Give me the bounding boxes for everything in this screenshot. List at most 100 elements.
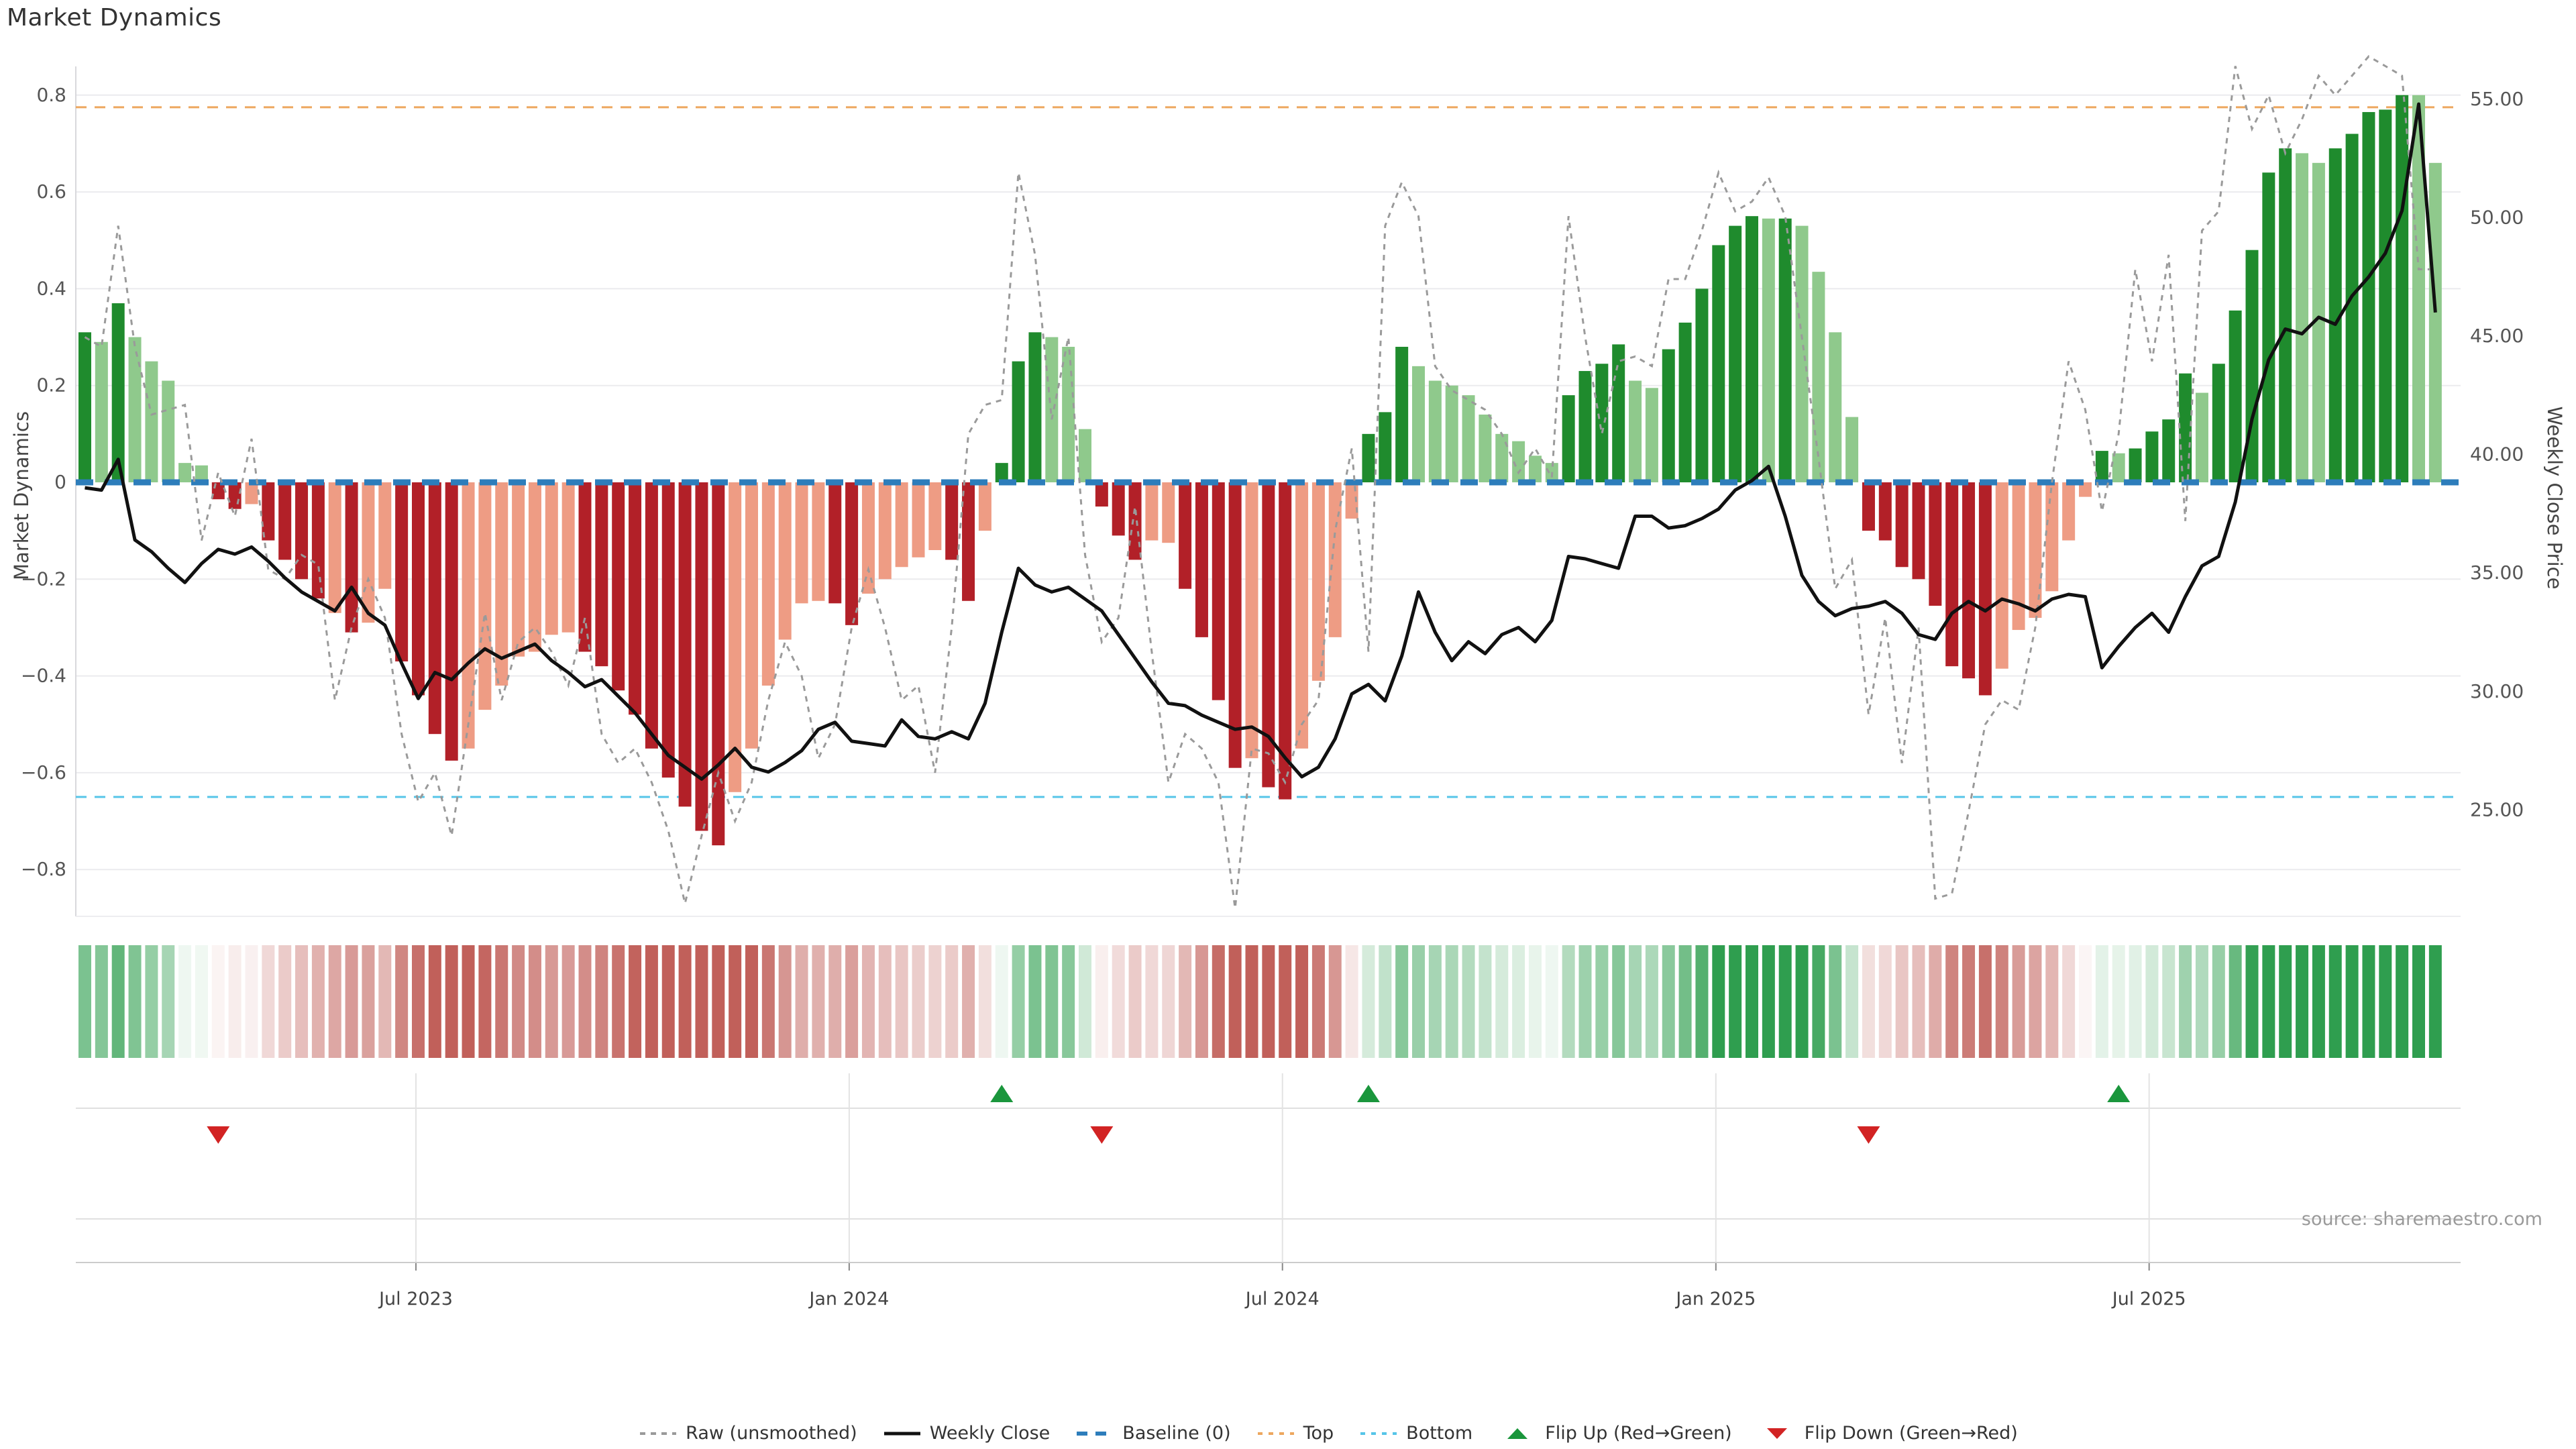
heatmap-cell: [945, 945, 959, 1058]
dynamics-bar: [1862, 482, 1875, 531]
heatmap-cell: [578, 945, 592, 1058]
heatmap-cell: [1062, 945, 1075, 1058]
heatmap-cell: [211, 945, 225, 1058]
dynamics-bar: [311, 482, 325, 599]
heatmap-cell: [1395, 945, 1409, 1058]
dynamics-bar: [2262, 172, 2275, 482]
heatmap-cell: [695, 945, 708, 1058]
heatmap-cell: [462, 945, 475, 1058]
dynamics-bar: [1145, 482, 1159, 541]
dynamics-bar: [1929, 482, 1942, 606]
legend-label: Raw (unsmoothed): [686, 1423, 857, 1444]
dynamics-bar: [1212, 482, 1225, 700]
heatmap-cell: [1845, 945, 1859, 1058]
heatmap-cell: [378, 945, 392, 1058]
dynamics-bar: [362, 482, 375, 623]
dynamics-bar: [412, 482, 425, 696]
dynamics-bar: [445, 482, 458, 761]
dynamics-bar: [845, 482, 859, 625]
heatmap-cell: [1929, 945, 1942, 1058]
y-tick-label-left: 0: [54, 471, 66, 493]
heatmap-cell: [2345, 945, 2359, 1058]
heatmap-cell: [729, 945, 742, 1058]
heatmap-cell: [111, 945, 125, 1058]
heatmap-cell: [895, 945, 908, 1058]
heatmap-cell: [2129, 945, 2142, 1058]
heatmap-cell: [1145, 945, 1159, 1058]
dynamics-bar: [162, 380, 175, 482]
heatmap-cell: [629, 945, 642, 1058]
dynamics-bar: [1079, 429, 1091, 482]
legend-item-solid-black[interactable]: Weekly Close: [883, 1423, 1050, 1444]
dynamics-bar: [2012, 482, 2025, 631]
dynamics-bar: [1645, 388, 1658, 482]
y-tick-label-right: 30.00: [2470, 680, 2524, 702]
dynamics-bar: [712, 482, 725, 846]
heatmap-cell: [1228, 945, 1242, 1058]
heatmap-cell: [962, 945, 975, 1058]
heatmap-cell: [2012, 945, 2025, 1058]
heatmap-cell: [2145, 945, 2159, 1058]
heatmap-cell: [978, 945, 991, 1058]
heatmap-cell: [2245, 945, 2259, 1058]
dynamics-bar: [1845, 417, 1859, 482]
dynamics-bar: [2362, 112, 2375, 483]
dynamics-bar: [1578, 371, 1592, 482]
heatmap-cell: [2428, 945, 2442, 1058]
dynamics-bar: [1412, 366, 1425, 482]
dynamics-bar: [1428, 380, 1442, 482]
heatmap-cell: [1695, 945, 1709, 1058]
dynamics-bar: [1962, 482, 1976, 679]
heatmap-cell: [1746, 945, 1758, 1058]
flip-down-marker: [207, 1126, 230, 1144]
heatmap-cell: [1595, 945, 1609, 1058]
dynamics-bar: [1095, 482, 1108, 507]
legend-item-dash-gray[interactable]: Raw (unsmoothed): [639, 1423, 857, 1444]
heatmap-cell: [295, 945, 309, 1058]
heatmap-cell: [495, 945, 508, 1058]
dynamics-bar: [962, 482, 975, 601]
dynamics-bar: [95, 341, 108, 482]
dynamics-bar: [612, 482, 625, 691]
heatmap-cell: [1479, 945, 1492, 1058]
legend-label: Flip Up (Red→Green): [1545, 1423, 1732, 1444]
heatmap-cell: [812, 945, 825, 1058]
heatmap-cell: [778, 945, 792, 1058]
heatmap-cell: [1678, 945, 1692, 1058]
y-tick-label-right: 50.00: [2470, 207, 2524, 229]
dash-blue-icon: [1077, 1431, 1114, 1436]
heatmap-cell: [612, 945, 625, 1058]
dynamics-bar: [795, 482, 808, 604]
dynamics-bar: [295, 482, 309, 580]
y-tick-label-left: 0.6: [36, 180, 66, 203]
legend-label: Top: [1303, 1423, 1334, 1444]
heatmap-cell: [95, 945, 108, 1058]
legend-item-tri-down-red[interactable]: Flip Down (Green→Red): [1758, 1423, 2018, 1444]
chart-canvas: Jul 2023 Jan 2024 Jul 2024 Jan 2025 Jul 2025…: [21, 55, 2524, 1309]
heatmap-cell: [228, 945, 241, 1058]
heatmap-cell: [1128, 945, 1142, 1058]
heatmap-cell: [1995, 945, 2008, 1058]
dynamics-bar: [761, 482, 775, 686]
dynamics-bar: [128, 337, 142, 482]
heatmap-cell: [178, 945, 192, 1058]
heatmap-cell: [528, 945, 541, 1058]
dynamics-bar: [1595, 364, 1609, 482]
legend-item-dot-orange[interactable]: Top: [1256, 1423, 1334, 1444]
y-tick-label-left: −0.6: [21, 761, 66, 784]
heatmap-cell: [2279, 945, 2292, 1058]
dynamics-bar: [2229, 310, 2242, 482]
legend-item-dash-blue[interactable]: Baseline (0): [1075, 1423, 1231, 1444]
heatmap-cell: [1028, 945, 1042, 1058]
legend-item-dot-cyan[interactable]: Bottom: [1359, 1423, 1472, 1444]
heatmap-cell: [561, 945, 575, 1058]
legend-item-tri-up-green[interactable]: Flip Up (Red→Green): [1498, 1423, 1732, 1444]
heatmap-cell: [1279, 945, 1292, 1058]
dynamics-bar: [528, 482, 541, 652]
dynamics-bar: [1245, 482, 1258, 759]
dynamics-bar: [2112, 453, 2125, 482]
heatmap-cell: [2379, 945, 2392, 1058]
dynamics-bar: [2095, 451, 2108, 482]
heatmap-cell: [2212, 945, 2225, 1058]
dynamics-bar: [245, 482, 258, 504]
